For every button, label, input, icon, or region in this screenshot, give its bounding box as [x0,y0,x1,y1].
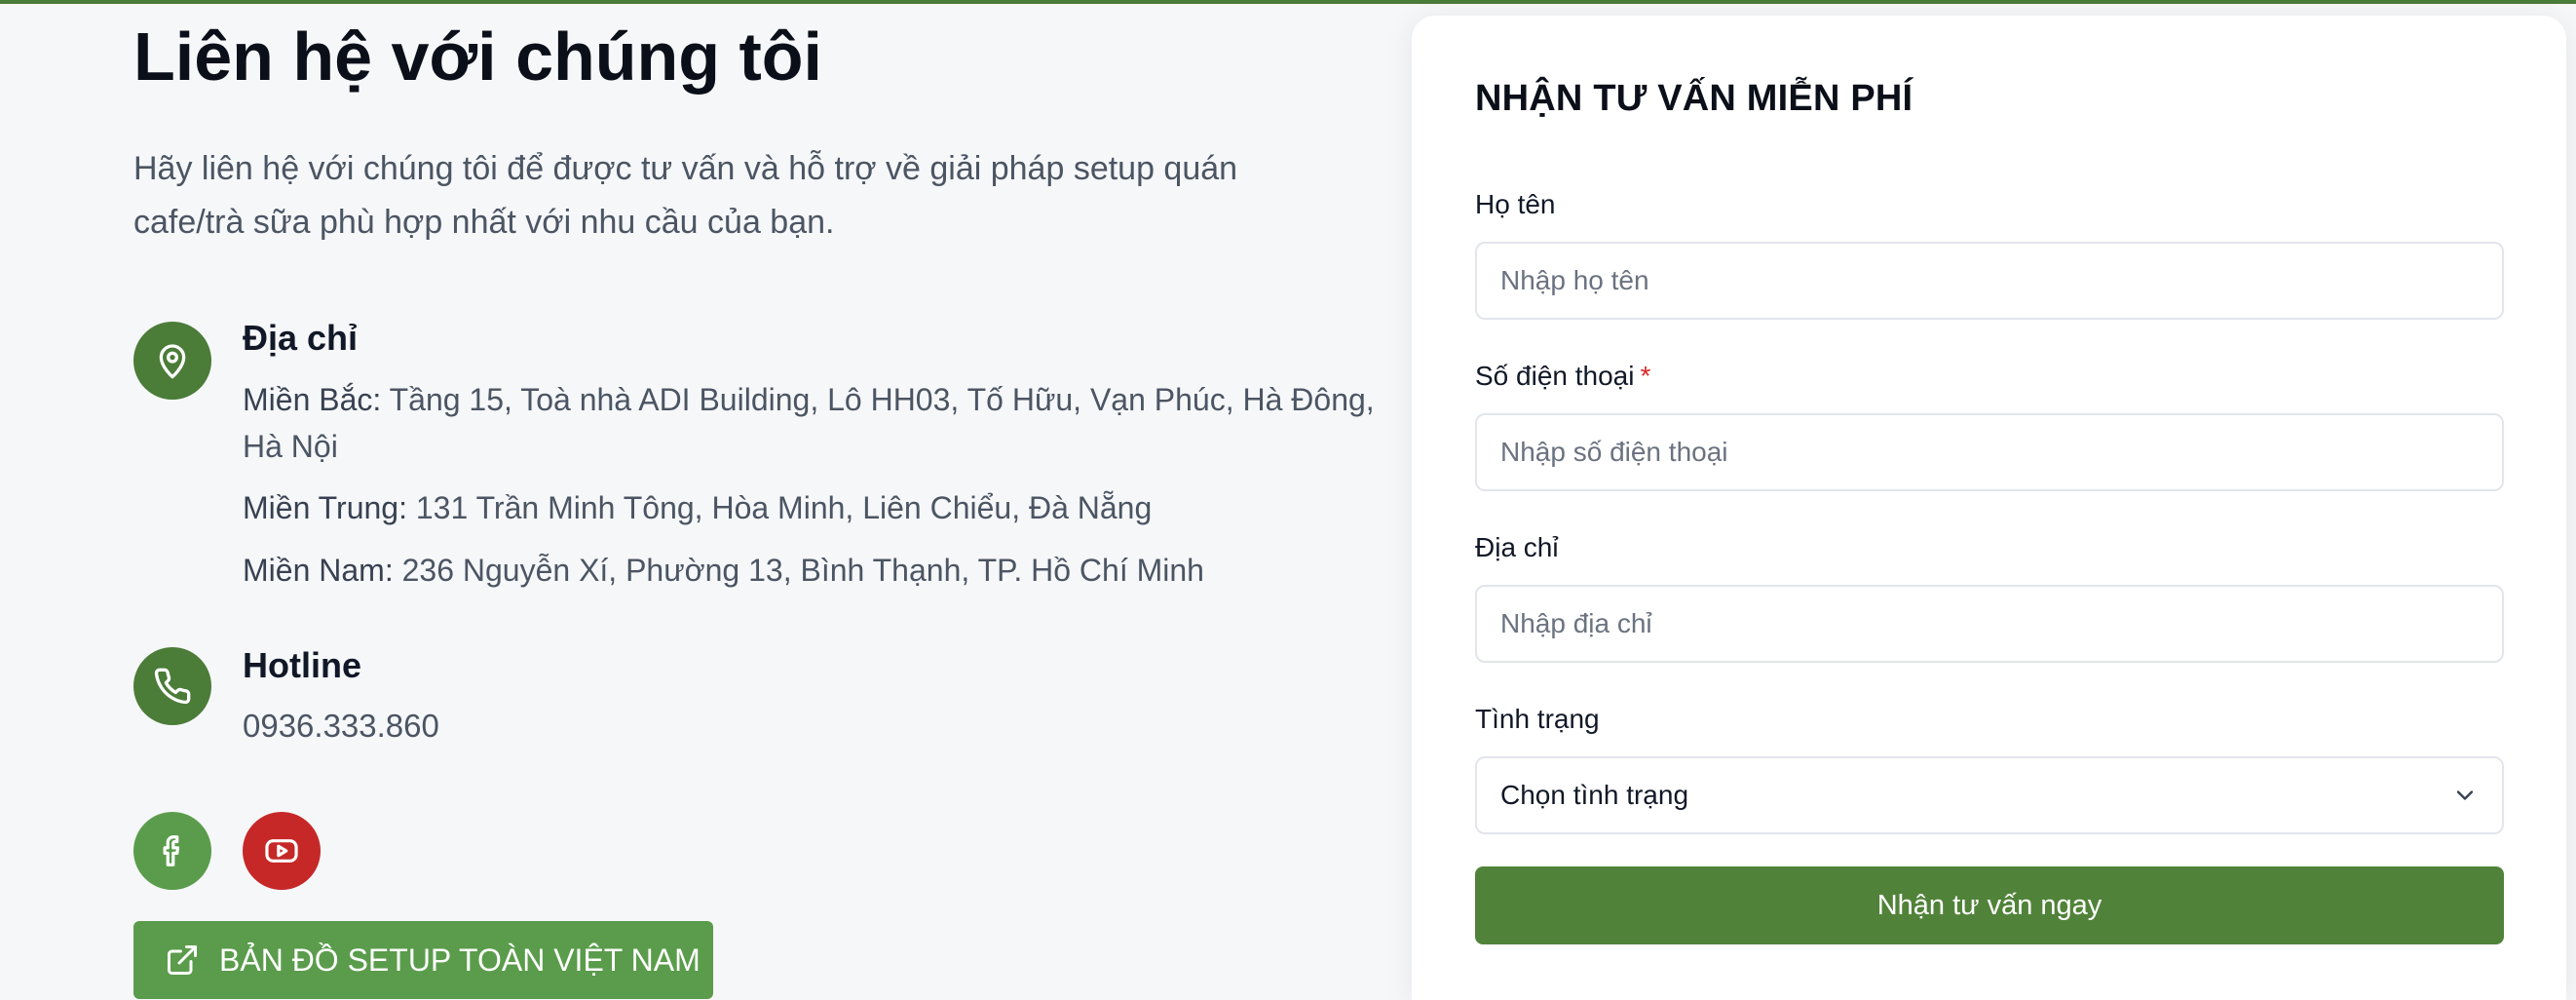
hotline-number[interactable]: 0936.333.860 [243,708,439,745]
youtube-icon [265,839,298,863]
hotline-title: Hotline [243,645,361,685]
address-line-north: Miền Bắc: Tầng 15, Toà nhà ADI Building,… [243,376,1392,470]
required-marker: * [1640,361,1651,391]
phone-input[interactable] [1475,413,2504,491]
chevron-down-icon [2456,790,2474,800]
phone-label-text: Số điện thoại [1475,361,1635,391]
status-selected-value: Chọn tình trạng [1500,780,1689,810]
address-line-south: Miền Nam: 236 Nguyễn Xí, Phường 13, Bình… [243,547,1392,594]
address-input[interactable] [1475,585,2504,663]
top-accent-bar [0,0,2576,4]
consultation-form-card: NHẬN TƯ VẤN MIỄN PHÍ Họ tên Số điện thoạ… [1412,16,2566,1000]
map-pin-icon [133,322,211,400]
form-title: NHẬN TƯ VẤN MIỄN PHÍ [1475,78,1913,119]
status-label: Tình trạng [1475,704,1600,734]
address-line-central: Miền Trung: 131 Trần Minh Tông, Hòa Minh… [243,484,1392,531]
address-region-label: Miền Nam: [243,553,394,588]
name-label: Họ tên [1475,189,1556,219]
submit-button[interactable]: Nhận tư vấn ngay [1475,866,2504,944]
facebook-icon [163,835,180,866]
youtube-button[interactable] [243,812,321,890]
address-region-label: Miền Bắc: [243,382,382,417]
address-text: 131 Trần Minh Tông, Hòa Minh, Liên Chiểu… [415,490,1153,525]
map-button-label: BẢN ĐỒ SETUP TOÀN VIỆT NAM [219,942,701,978]
intro-text: Hãy liên hệ với chúng tôi để được tư vấn… [133,150,1238,241]
status-select[interactable]: Chọn tình trạng [1475,756,2504,834]
address-text: 236 Nguyễn Xí, Phường 13, Bình Thạnh, TP… [401,553,1204,588]
address-region-label: Miền Trung: [243,490,407,525]
facebook-button[interactable] [133,812,211,890]
address-title: Địa chỉ [243,318,359,358]
address-label: Địa chỉ [1475,532,1559,562]
phone-icon [133,647,211,725]
external-link-icon [168,945,197,975]
phone-label: Số điện thoại * [1475,361,1650,392]
name-input[interactable] [1475,242,2504,320]
map-button[interactable]: BẢN ĐỒ SETUP TOÀN VIỆT NAM [133,921,713,999]
address-text: Tầng 15, Toà nhà ADI Building, Lô HH03, … [243,382,1375,464]
page-title: Liên hệ với chúng tôi [133,19,823,95]
